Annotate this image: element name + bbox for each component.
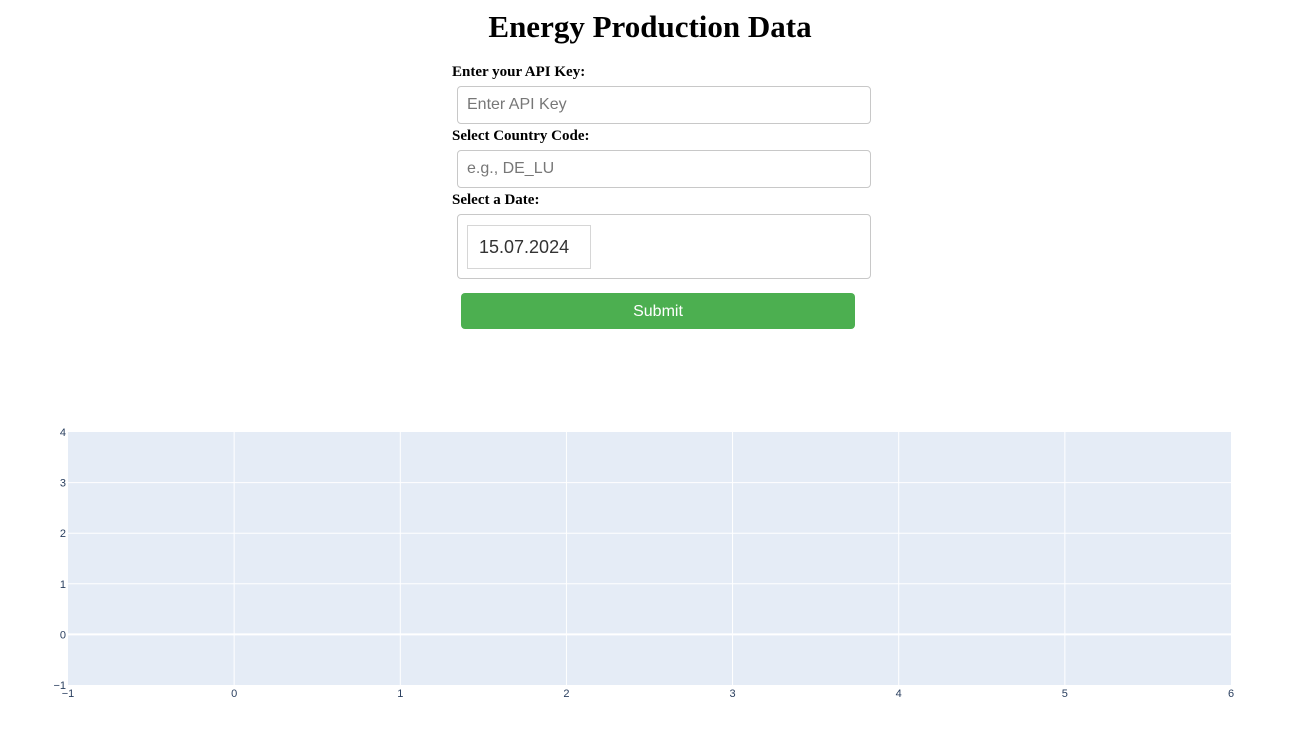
y-tick-label: 0: [60, 629, 66, 641]
x-tick-label: 6: [1228, 688, 1234, 700]
x-tick-label: 0: [231, 688, 237, 700]
y-tick-label: 3: [60, 478, 66, 490]
x-tick-label: 2: [563, 688, 569, 700]
x-tick-label: 5: [1062, 688, 1068, 700]
y-tick-label: 1: [60, 579, 66, 591]
y-tick-label: −1: [53, 680, 66, 692]
energy-chart: −1 0 1 2 3 4 5 6−101234: [53, 427, 1234, 700]
y-tick-label: 2: [60, 528, 66, 540]
x-tick-label: 4: [896, 688, 902, 700]
plot-area: [68, 432, 1231, 685]
y-tick-label: 4: [60, 427, 66, 439]
x-tick-label: 3: [730, 688, 736, 700]
x-tick-label: 1: [397, 688, 403, 700]
